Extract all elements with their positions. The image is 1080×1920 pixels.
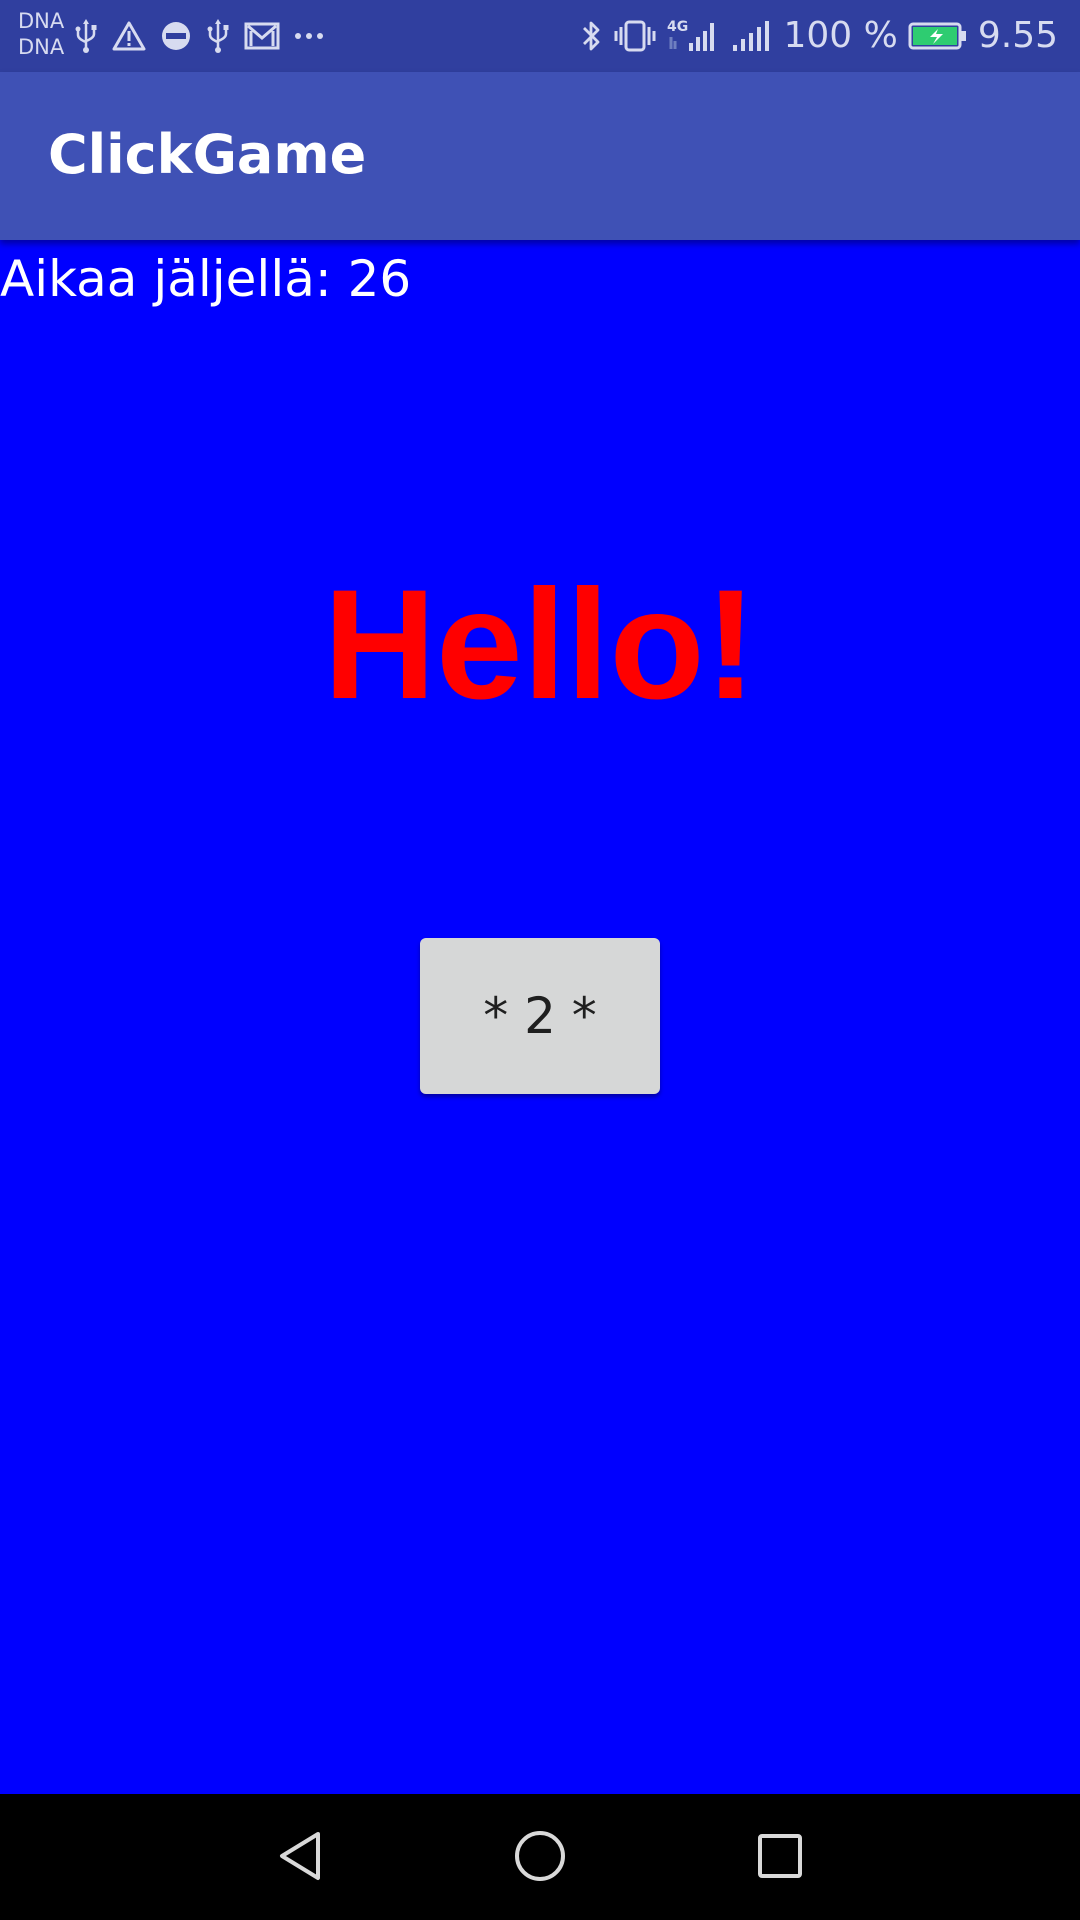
back-icon xyxy=(274,1828,326,1889)
clock: 9.55 xyxy=(977,15,1058,56)
warning-icon xyxy=(112,20,146,52)
home-button[interactable] xyxy=(500,1818,580,1898)
app-title: ClickGame xyxy=(48,123,367,186)
home-icon xyxy=(512,1828,568,1889)
do-not-disturb-icon xyxy=(160,20,192,52)
bluetooth-icon xyxy=(579,18,603,54)
more-dots-icon xyxy=(294,31,324,41)
recents-button[interactable] xyxy=(740,1818,820,1898)
carrier-line-1: DNA xyxy=(18,9,65,33)
battery-charging-icon xyxy=(908,21,968,51)
status-bar: DNA DNA 4G 100 % 9.55 xyxy=(0,0,1080,72)
navigation-bar xyxy=(0,1794,1080,1920)
usb-icon xyxy=(74,18,98,54)
usb-icon xyxy=(206,18,230,54)
signal-icon xyxy=(731,17,773,55)
hello-text: Hello! xyxy=(323,558,757,732)
vibrate-icon xyxy=(613,18,657,54)
svg-text:4G: 4G xyxy=(667,19,688,35)
system-status-icons: 4G 100 % 9.55 xyxy=(579,12,1058,60)
gmail-icon xyxy=(244,21,280,51)
app-bar: ClickGame xyxy=(0,72,1080,240)
time-remaining-label: Aikaa jäljellä: 26 xyxy=(0,250,412,308)
signal-4g-icon: 4G xyxy=(667,17,721,55)
click-button[interactable]: * 2 * xyxy=(420,938,660,1094)
carrier-label: DNA DNA xyxy=(18,8,64,60)
battery-percent: 100 % xyxy=(783,15,898,56)
notification-icons xyxy=(74,14,324,58)
recents-icon xyxy=(755,1831,805,1886)
back-button[interactable] xyxy=(260,1818,340,1898)
carrier-line-2: DNA xyxy=(18,35,65,59)
